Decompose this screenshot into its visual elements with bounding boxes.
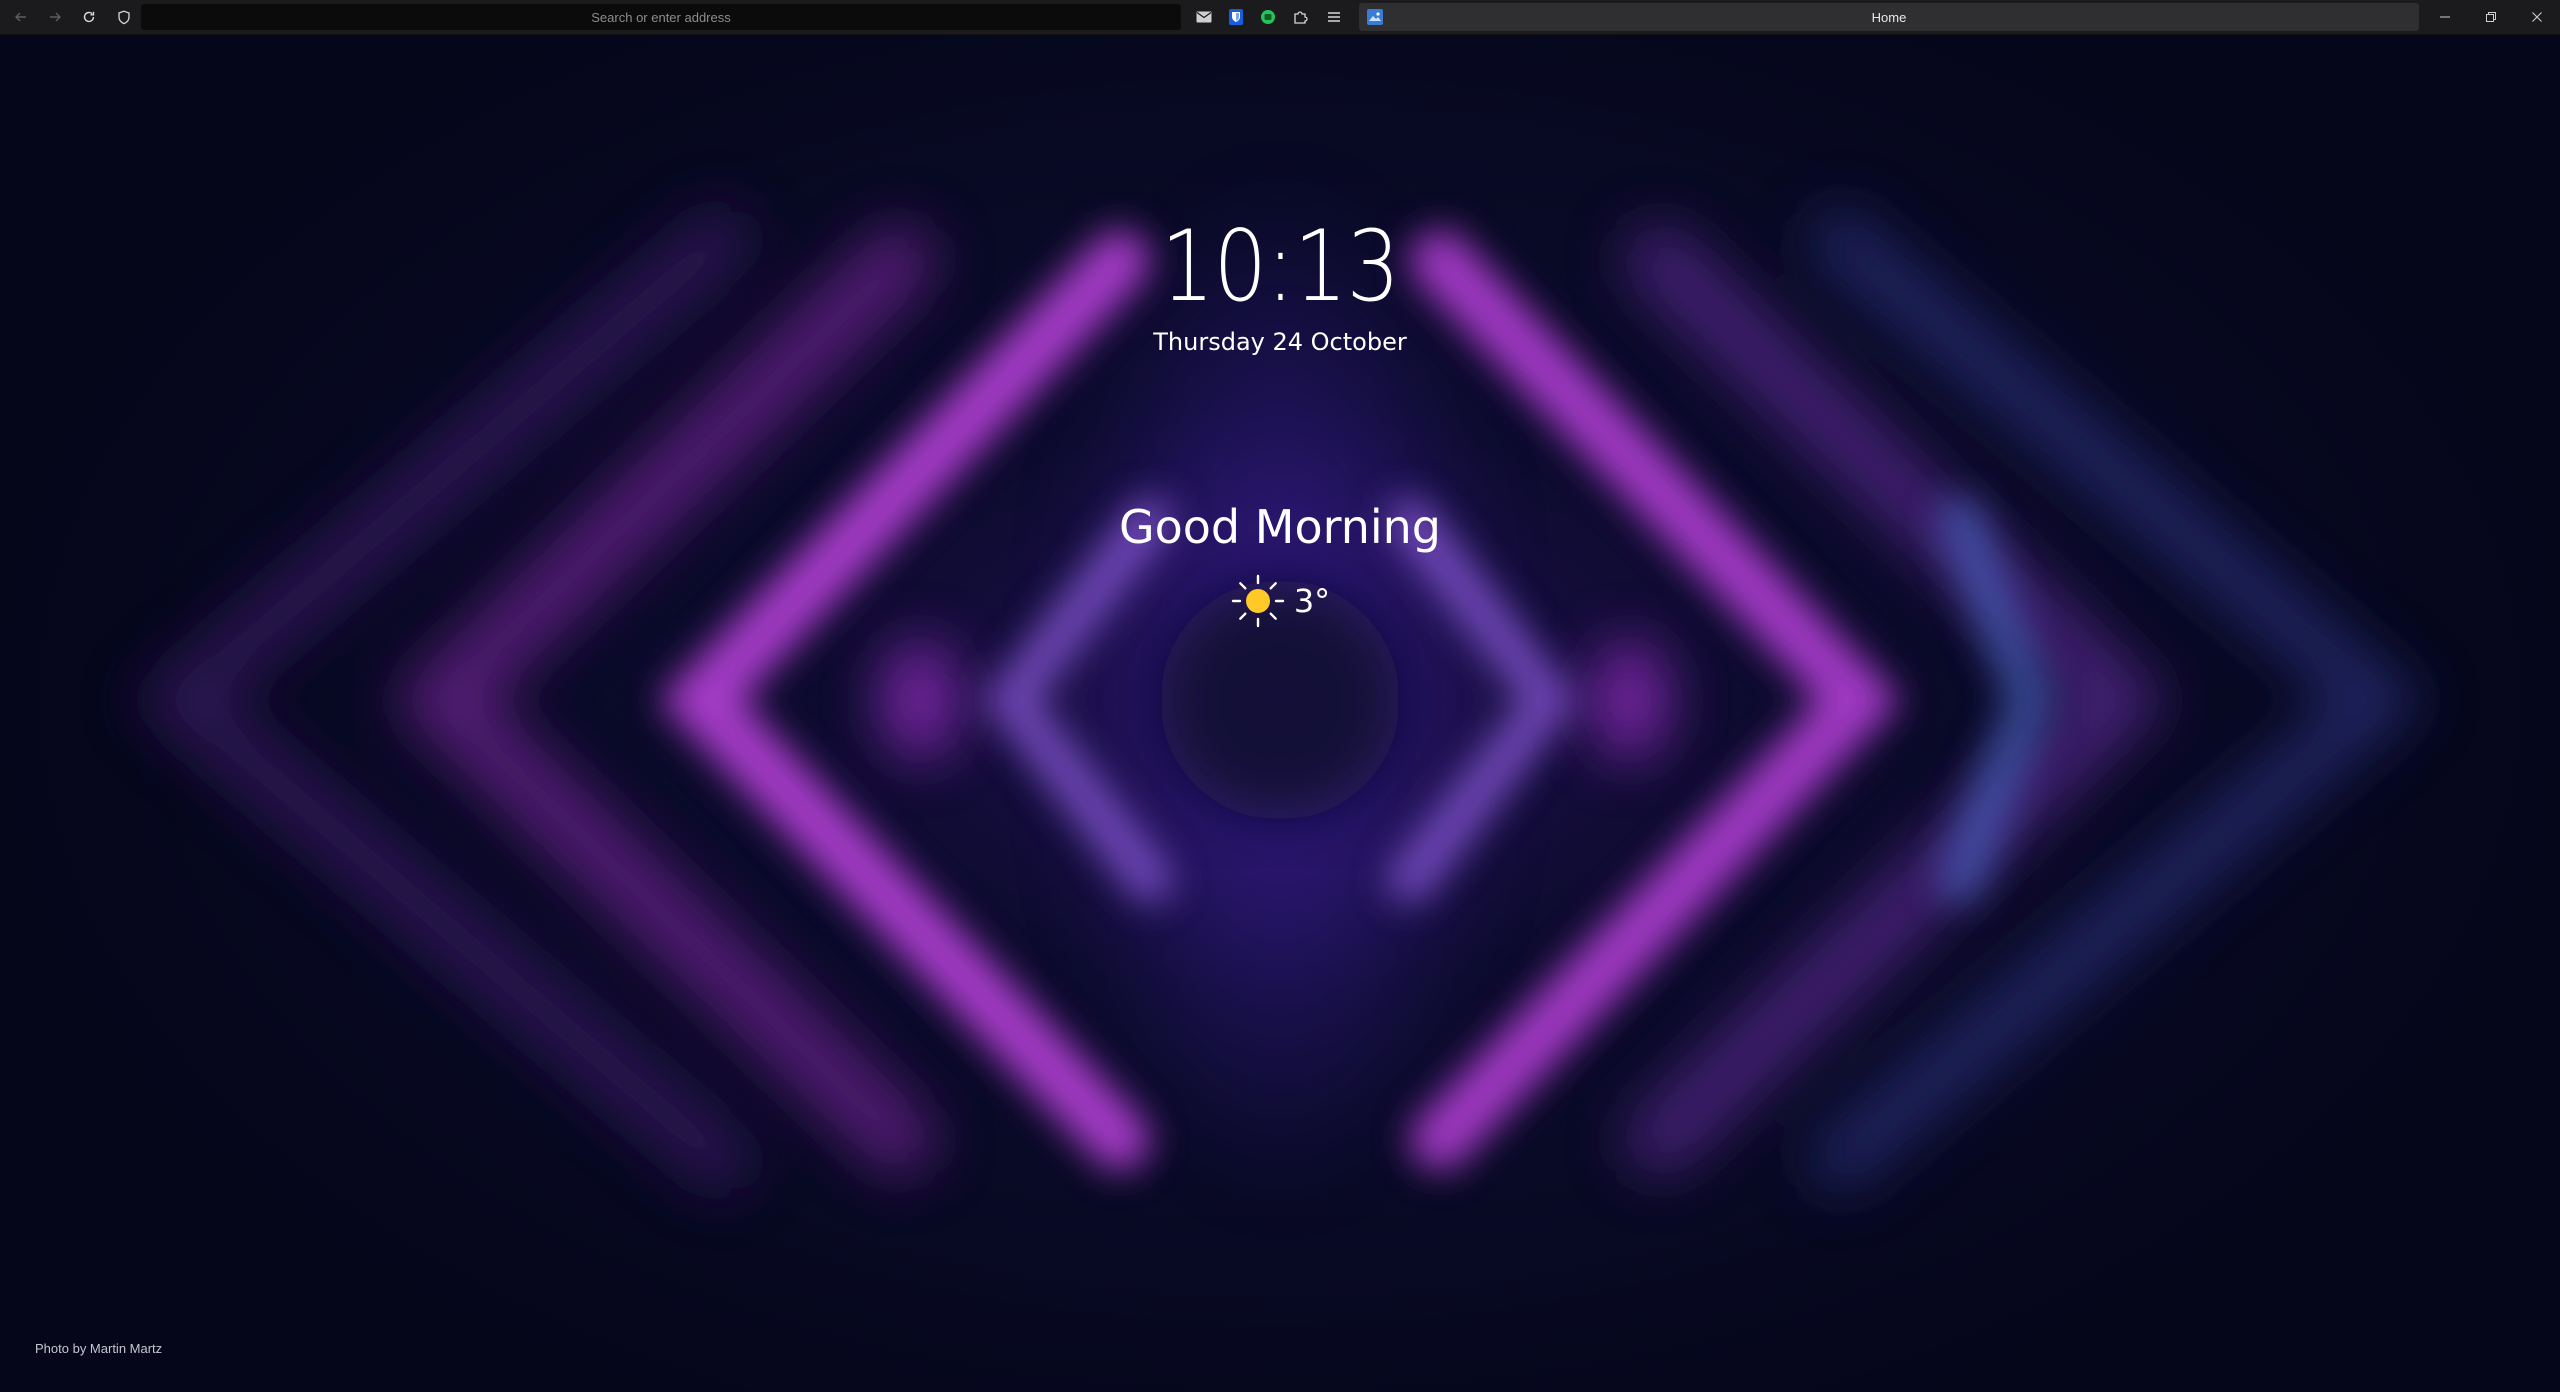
- tab-favicon-icon: [1367, 9, 1383, 25]
- mail-icon: [1196, 11, 1212, 23]
- puzzle-icon: [1294, 11, 1308, 24]
- minimize-icon: [2440, 16, 2450, 18]
- arrow-right-icon: [50, 12, 61, 22]
- green-extension-button[interactable]: [1252, 0, 1284, 34]
- reload-button[interactable]: [72, 0, 106, 34]
- arrow-left-icon: [15, 12, 26, 22]
- reload-icon: [83, 11, 95, 23]
- browser-toolbar: Home: [0, 0, 2560, 35]
- clock-time: 10:13: [1160, 210, 1400, 324]
- close-icon: [2532, 12, 2542, 22]
- address-bar[interactable]: [141, 3, 1181, 31]
- address-input[interactable]: [141, 3, 1181, 31]
- forward-button[interactable]: [38, 0, 72, 34]
- sun-icon: [1231, 574, 1285, 628]
- mail-extension-button[interactable]: [1188, 0, 1220, 34]
- main-menu-button[interactable]: [1318, 0, 1350, 34]
- site-info-button[interactable]: [107, 0, 141, 34]
- wallpaper-chevrons: [133, 210, 2427, 1190]
- restore-button[interactable]: [2468, 0, 2514, 34]
- photo-credit[interactable]: Photo by Martin Martz: [35, 1341, 162, 1356]
- tab-title: Home: [1871, 9, 1907, 25]
- green-extension-icon: [1261, 10, 1275, 24]
- close-button[interactable]: [2514, 0, 2560, 34]
- weather-widget: 3°: [0, 574, 2560, 628]
- wallpaper-background: [0, 0, 2560, 1392]
- restore-icon: [2486, 12, 2496, 22]
- greeting-text: Good Morning: [1119, 500, 1441, 554]
- clock-date: Thursday 24 October: [1153, 328, 1407, 356]
- bitwarden-extension-button[interactable]: [1220, 0, 1252, 34]
- browser-window: Home 10:13 Thursday 24 October Good Morn…: [0, 0, 2560, 1392]
- extensions-button[interactable]: [1285, 0, 1317, 34]
- bitwarden-icon: [1229, 9, 1243, 25]
- back-button[interactable]: [4, 0, 38, 34]
- tab-home[interactable]: Home: [1359, 3, 2419, 31]
- hamburger-menu-icon: [1328, 12, 1340, 22]
- minimize-button[interactable]: [2422, 0, 2468, 34]
- weather-temperature: 3°: [1293, 582, 1331, 620]
- shield-icon: [118, 10, 130, 24]
